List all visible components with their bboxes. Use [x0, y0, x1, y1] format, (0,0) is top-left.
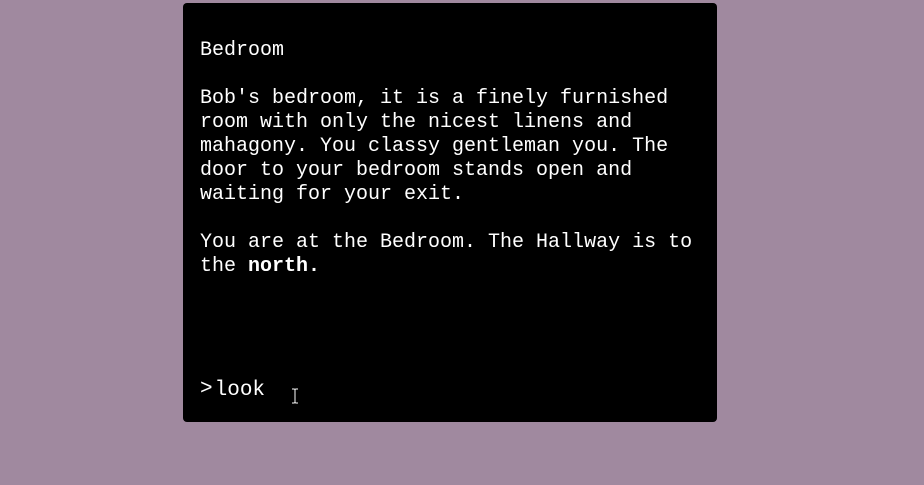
room-description: Bob's bedroom, it is a finely furnished … [200, 87, 681, 206]
prompt-symbol: > [200, 378, 213, 401]
text-cursor-icon [292, 388, 298, 404]
room-title: Bedroom [200, 39, 285, 62]
command-prompt: > [200, 376, 273, 404]
game-terminal: Bedroom Bob's bedroom, it is a finely fu… [183, 3, 717, 422]
command-input[interactable] [214, 378, 273, 402]
room-exits: You are at the Bedroom. The Hallway is t… [200, 231, 700, 279]
exit-direction[interactable]: north. [248, 255, 320, 278]
